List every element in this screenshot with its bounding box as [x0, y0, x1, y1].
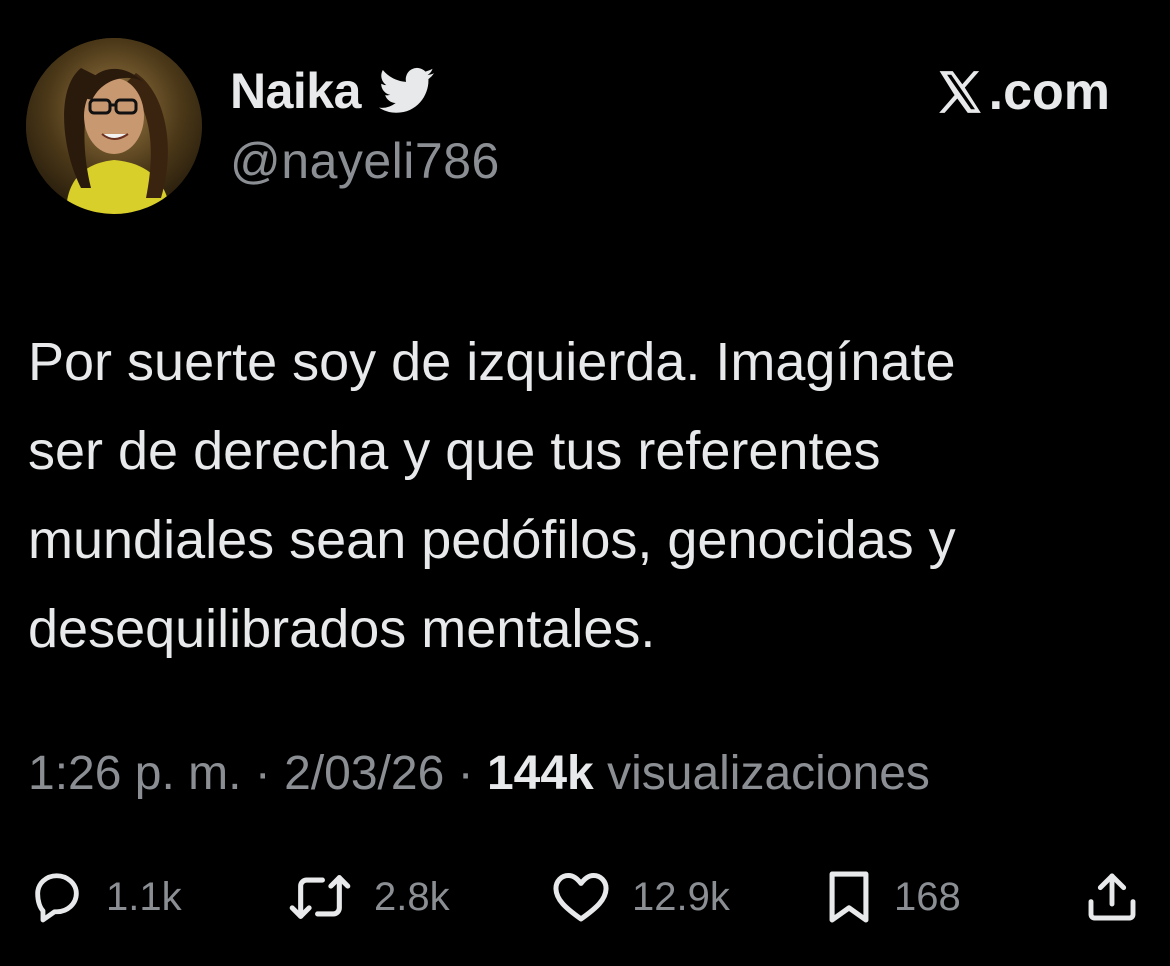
brand-logo: .com: [933, 60, 1110, 124]
like-count: 12.9k: [632, 874, 730, 919]
reply-count: 1.1k: [106, 874, 182, 919]
avatar[interactable]: [26, 38, 202, 214]
avatar-image: [26, 38, 202, 214]
x-logo-icon: [933, 67, 987, 117]
display-name-row: Naika: [230, 58, 435, 124]
twitter-bird-icon: [378, 67, 435, 115]
reply-icon: [28, 868, 86, 926]
share-icon: [1084, 868, 1140, 926]
retweet-icon: [286, 868, 354, 926]
tweet-time[interactable]: 1:26 p. m.: [28, 747, 241, 800]
retweet-count: 2.8k: [374, 874, 450, 919]
bookmark-button[interactable]: 168: [824, 862, 961, 932]
like-button[interactable]: 12.9k: [550, 862, 730, 932]
tweet-date[interactable]: 2/03/26: [284, 747, 444, 800]
share-button[interactable]: [1084, 862, 1140, 932]
user-handle[interactable]: @nayeli786: [230, 132, 500, 190]
views-label: visualizaciones: [607, 747, 930, 800]
meta-separator: ·: [254, 747, 271, 800]
tweet-card: Naika @nayeli786 .com Por suerte soy de …: [0, 0, 1170, 966]
retweet-button[interactable]: 2.8k: [286, 862, 450, 932]
tweet-text: Por suerte soy de izquierda. Imagínate s…: [28, 332, 956, 659]
reply-button[interactable]: 1.1k: [28, 862, 182, 932]
display-name[interactable]: Naika: [230, 62, 361, 120]
bookmark-count: 168: [894, 874, 961, 919]
action-bar: 1.1k 2.8k 12.9k 168: [28, 862, 1143, 932]
heart-icon: [550, 868, 612, 926]
meta-separator: ·: [457, 747, 474, 800]
bookmark-icon: [824, 868, 874, 926]
tweet-meta: 1:26 p. m. · 2/03/26 · 144k visualizacio…: [28, 746, 930, 801]
brand-domain: .com: [988, 63, 1110, 121]
views-count: 144k: [486, 747, 594, 800]
